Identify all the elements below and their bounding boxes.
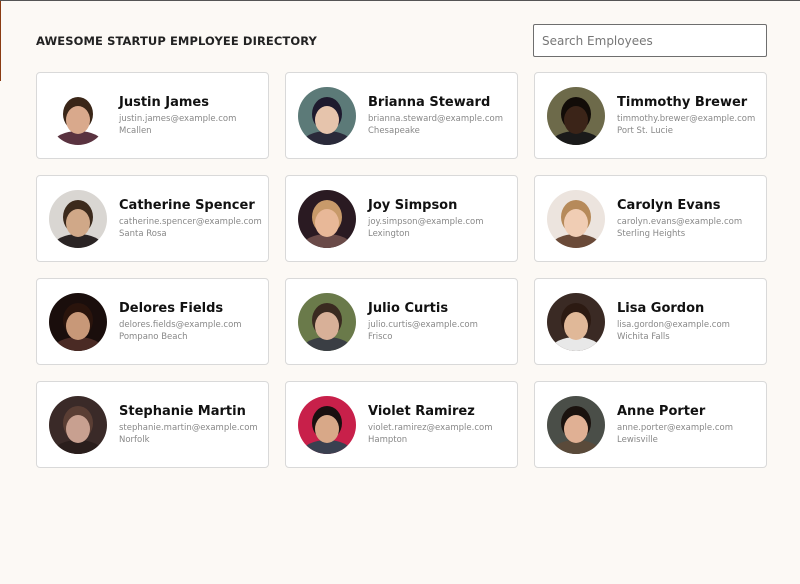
employee-card[interactable]: Joy Simpson joy.simpson@example.com Lexi… xyxy=(285,175,518,262)
employee-email: brianna.steward@example.com xyxy=(368,113,503,124)
employee-name: Justin James xyxy=(119,94,209,110)
employee-info: Violet Ramirez violet.ramirez@example.co… xyxy=(368,404,493,446)
avatar-face xyxy=(315,106,339,135)
employee-email: anne.porter@example.com xyxy=(617,422,734,433)
employee-city: Santa Rosa xyxy=(119,228,167,239)
employee-info: Catherine Spencer catherine.spencer@exam… xyxy=(119,198,262,240)
avatar xyxy=(298,292,356,351)
employee-city: Lexington xyxy=(368,228,410,239)
employee-email: carolyn.evans@example.com xyxy=(617,216,743,227)
employee-email: timmothy.brewer@example.com xyxy=(617,113,756,124)
avatar-face xyxy=(315,415,339,444)
avatar xyxy=(547,86,605,145)
employee-info: Anne Porter anne.porter@example.com Lewi… xyxy=(617,404,733,446)
employee-info: Stephanie Martin stephanie.martin@exampl… xyxy=(119,404,258,446)
employee-info: Joy Simpson joy.simpson@example.com Lexi… xyxy=(368,198,484,240)
employee-info: Julio Curtis julio.curtis@example.com Fr… xyxy=(368,301,478,343)
employee-city: Lewisville xyxy=(617,434,658,445)
employee-info: Timmothy Brewer timmothy.brewer@example.… xyxy=(617,95,755,137)
employee-email: stephanie.martin@example.com xyxy=(119,422,258,433)
employee-city: Frisco xyxy=(368,331,393,342)
employee-info: Carolyn Evans carolyn.evans@example.com … xyxy=(617,198,742,240)
employee-name: Julio Curtis xyxy=(368,300,449,316)
employee-grid: Justin James justin.james@example.com Mc… xyxy=(36,72,767,468)
employee-name: Stephanie Martin xyxy=(119,403,246,419)
avatar-face xyxy=(66,209,90,238)
avatar xyxy=(49,292,107,351)
employee-card[interactable]: Anne Porter anne.porter@example.com Lewi… xyxy=(534,381,767,468)
employee-card[interactable]: Catherine Spencer catherine.spencer@exam… xyxy=(36,175,269,262)
employee-card[interactable]: Carolyn Evans carolyn.evans@example.com … xyxy=(534,175,767,262)
header: AWESOME STARTUP EMPLOYEE DIRECTORY xyxy=(36,24,767,57)
employee-card[interactable]: Stephanie Martin stephanie.martin@exampl… xyxy=(36,381,269,468)
avatar xyxy=(547,292,605,351)
avatar xyxy=(49,86,107,145)
avatar-face xyxy=(564,209,588,238)
employee-info: Lisa Gordon lisa.gordon@example.com Wich… xyxy=(617,301,730,343)
employee-email: justin.james@example.com xyxy=(119,113,237,124)
avatar-face xyxy=(564,415,588,444)
employee-city: Port St. Lucie xyxy=(617,125,673,136)
avatar-face xyxy=(564,106,588,135)
avatar-face xyxy=(564,312,588,341)
avatar xyxy=(298,86,356,145)
employee-card[interactable]: Lisa Gordon lisa.gordon@example.com Wich… xyxy=(534,278,767,365)
employee-email: delores.fields@example.com xyxy=(119,319,242,330)
employee-name: Joy Simpson xyxy=(368,197,458,213)
employee-email: lisa.gordon@example.com xyxy=(617,319,730,330)
employee-name: Lisa Gordon xyxy=(617,300,705,316)
employee-city: Norfolk xyxy=(119,434,150,445)
avatar xyxy=(298,395,356,454)
employee-city: Pompano Beach xyxy=(119,331,188,342)
employee-city: Sterling Heights xyxy=(617,228,686,239)
employee-city: Hampton xyxy=(368,434,408,445)
employee-city: Wichita Falls xyxy=(617,331,670,342)
employee-name: Carolyn Evans xyxy=(617,197,721,213)
employee-card[interactable]: Delores Fields delores.fields@example.co… xyxy=(36,278,269,365)
search-input[interactable] xyxy=(533,24,767,57)
employee-name: Anne Porter xyxy=(617,403,706,419)
avatar-face xyxy=(66,312,90,341)
avatar-face xyxy=(315,209,339,238)
employee-card[interactable]: Violet Ramirez violet.ramirez@example.co… xyxy=(285,381,518,468)
employee-card[interactable]: Justin James justin.james@example.com Mc… xyxy=(36,72,269,159)
window-edge xyxy=(0,1,1,81)
avatar xyxy=(49,189,107,248)
employee-card[interactable]: Timmothy Brewer timmothy.brewer@example.… xyxy=(534,72,767,159)
avatar xyxy=(298,189,356,248)
employee-email: julio.curtis@example.com xyxy=(368,319,478,330)
employee-name: Violet Ramirez xyxy=(368,403,475,419)
employee-city: Mcallen xyxy=(119,125,152,136)
employee-card[interactable]: Julio Curtis julio.curtis@example.com Fr… xyxy=(285,278,518,365)
employee-info: Brianna Steward brianna.steward@example.… xyxy=(368,95,503,137)
avatar xyxy=(547,395,605,454)
employee-name: Delores Fields xyxy=(119,300,224,316)
employee-city: Chesapeake xyxy=(368,125,420,136)
employee-name: Brianna Steward xyxy=(368,94,491,110)
avatar-face xyxy=(66,415,90,444)
avatar-face xyxy=(66,106,90,135)
employee-email: violet.ramirez@example.com xyxy=(368,422,493,433)
employee-info: Justin James justin.james@example.com Mc… xyxy=(119,95,236,137)
page-title: AWESOME STARTUP EMPLOYEE DIRECTORY xyxy=(36,33,317,48)
employee-name: Catherine Spencer xyxy=(119,197,255,213)
avatar xyxy=(49,395,107,454)
employee-email: joy.simpson@example.com xyxy=(368,216,484,227)
employee-email: catherine.spencer@example.com xyxy=(119,216,262,227)
avatar xyxy=(547,189,605,248)
avatar-face xyxy=(315,312,339,341)
employee-name: Timmothy Brewer xyxy=(617,94,748,110)
employee-info: Delores Fields delores.fields@example.co… xyxy=(119,301,242,343)
employee-card[interactable]: Brianna Steward brianna.steward@example.… xyxy=(285,72,518,159)
